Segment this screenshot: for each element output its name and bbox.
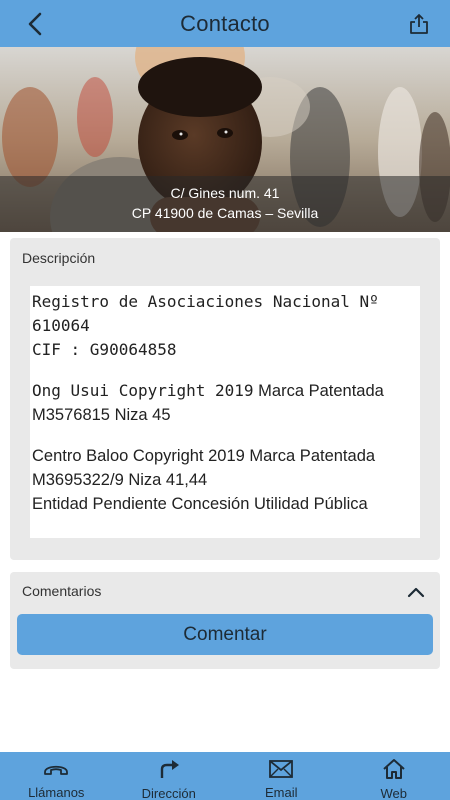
tab-web[interactable]: Web bbox=[338, 752, 450, 800]
home-icon bbox=[380, 758, 408, 780]
tab-email[interactable]: Email bbox=[225, 752, 338, 800]
baloo-copyright: Centro Baloo Copyright 2019 Marca Patent… bbox=[32, 447, 376, 465]
page-title: Contacto bbox=[180, 10, 270, 36]
ong-trademark: Marca Patentada bbox=[253, 382, 384, 400]
description-body: Registro de Asociaciones Nacional Nº 610… bbox=[30, 286, 420, 538]
cif-line: CIF : G90064858 bbox=[32, 340, 177, 359]
registry-line-1: Registro de Asociaciones Nacional Nº bbox=[32, 292, 379, 311]
description-label: Descripción bbox=[22, 250, 96, 266]
description-card: Descripción Registro de Asociaciones Nac… bbox=[10, 238, 440, 560]
tab-directions[interactable]: Dirección bbox=[113, 752, 226, 800]
tab-call-label: Llámanos bbox=[28, 785, 85, 800]
address-city: CP 41900 de Camas – Sevilla bbox=[131, 205, 319, 221]
address-overlay: C/ Gines num. 41 CP 41900 de Camas – Sev… bbox=[0, 176, 450, 232]
share-button[interactable] bbox=[406, 10, 432, 38]
chevron-left-icon bbox=[28, 12, 42, 36]
ong-copyright: Ong Usui Copyright 2019 bbox=[32, 381, 254, 400]
direction-arrow-icon bbox=[155, 758, 183, 780]
entity-status: Entidad Pendiente Concesión Utilidad Púb… bbox=[32, 495, 368, 513]
bottom-nav: Llámanos Dirección Email Web bbox=[0, 752, 450, 800]
baloo-trademark-number: M3695322/9 Niza 41,44 bbox=[32, 471, 208, 489]
back-button[interactable] bbox=[22, 10, 48, 38]
tab-web-label: Web bbox=[380, 786, 408, 800]
tab-call[interactable]: Llámanos bbox=[0, 752, 113, 800]
comment-button[interactable]: Comentar bbox=[17, 614, 433, 655]
ong-paragraph: Ong Usui Copyright 2019 Marca Patentada … bbox=[32, 379, 418, 427]
tab-directions-label: Dirección bbox=[141, 786, 196, 800]
registry-paragraph: Registro de Asociaciones Nacional Nº 610… bbox=[32, 290, 418, 362]
share-icon bbox=[410, 14, 428, 34]
ong-trademark-number: M3576815 Niza 45 bbox=[32, 406, 171, 424]
registry-line-2: 610064 bbox=[32, 316, 90, 335]
top-bar: Contacto bbox=[0, 0, 450, 47]
tab-email-label: Email bbox=[264, 785, 298, 800]
comments-card: Comentarios Comentar bbox=[10, 572, 440, 669]
comments-label: Comentarios bbox=[22, 583, 102, 599]
address-street: C/ Gines num. 41 bbox=[170, 185, 280, 201]
baloo-paragraph: Centro Baloo Copyright 2019 Marca Patent… bbox=[32, 444, 418, 516]
hero-photo: C/ Gines num. 41 CP 41900 de Camas – Sev… bbox=[0, 47, 450, 232]
chevron-up-icon bbox=[407, 587, 425, 598]
envelope-icon bbox=[267, 758, 295, 779]
comments-toggle[interactable] bbox=[406, 584, 426, 600]
phone-icon bbox=[42, 758, 70, 779]
